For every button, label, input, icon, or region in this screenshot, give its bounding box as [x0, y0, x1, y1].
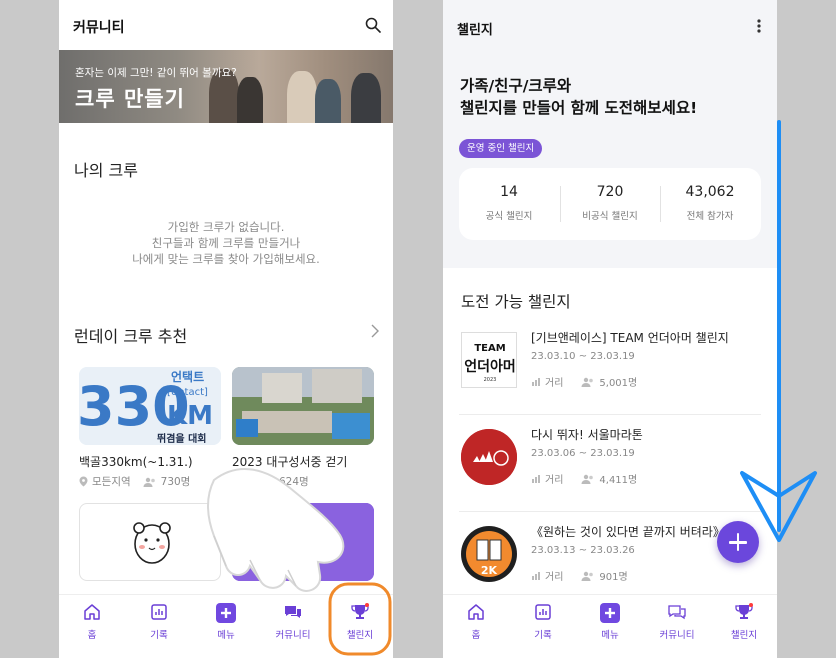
crew-card-thumbnail[interactable] — [79, 503, 221, 581]
page-title: 커뮤니티 — [73, 20, 125, 36]
home-icon — [84, 604, 100, 620]
search-icon[interactable] — [365, 17, 381, 33]
challenge-title: 다시 뛰자! 서울마라톤 — [531, 428, 643, 442]
create-crew-banner[interactable]: 혼자는 이제 그만! 같이 뛰어 볼까요? 크루 만들기 — [59, 50, 393, 123]
svg-text:뛰겸을 대회: 뛰겸을 대회 — [157, 432, 206, 445]
crew-card-meta: 624명 — [279, 476, 309, 488]
chevron-right-icon[interactable] — [371, 324, 379, 338]
nav-home[interactable]: 홈 — [446, 603, 506, 641]
plus-square-icon — [600, 603, 620, 623]
nav-challenge[interactable]: 챌린지 — [714, 603, 774, 641]
chat-outline-icon — [668, 605, 686, 620]
nav-challenge[interactable]: 챌린지 — [330, 603, 390, 641]
challenge-meta: 거리 5,001명 — [531, 374, 637, 389]
members-icon — [581, 377, 594, 387]
challenge-title: [기브앤레이스] TEAM 언더아머 챌린지 — [531, 331, 729, 345]
nav-records[interactable]: 기록 — [129, 603, 189, 641]
home-icon — [468, 604, 484, 620]
crew-card-thumbnail[interactable]: C — [232, 503, 374, 581]
svg-text:[Untact]: [Untact] — [167, 387, 208, 398]
bottom-nav: 홈 기록 메뉴 커뮤니티 챌린지 — [59, 594, 393, 658]
active-challenges-badge: 운영 중인 챌린지 — [459, 139, 543, 158]
challenge-thumbnail: TEAM 언더아머 2023 — [461, 332, 517, 388]
challenge-headline: 가족/친구/크루와 챌린지를 만들어 함께 도전해보세요! — [460, 77, 698, 117]
bottom-nav: 홈 기록 메뉴 커뮤니티 챌린지 — [443, 594, 777, 658]
chart-icon — [535, 604, 551, 620]
challenge-date: 23.03.06 ~ 23.03.19 — [531, 448, 635, 459]
crew-card-name[interactable]: 백골330km(~1.31.) — [79, 453, 193, 470]
stat-official: 14 공식 챌린지 — [485, 184, 533, 222]
svg-text:TEAM: TEAM — [474, 343, 505, 354]
crew-card-meta: 모든지역 730명 — [79, 474, 190, 489]
banner-title: 크루 만들기 — [75, 87, 185, 111]
my-crew-empty-message: 가입한 크루가 없습니다. 친구들과 함께 크루를 만들거나 나에게 맞는 크루… — [132, 220, 320, 266]
nav-records[interactable]: 기록 — [513, 603, 573, 641]
plus-square-icon — [216, 603, 236, 623]
svg-text:C: C — [296, 531, 309, 552]
more-vertical-icon[interactable] — [757, 19, 761, 33]
nav-home[interactable]: 홈 — [62, 603, 122, 641]
challenge-list-item[interactable]: 다시 뛰자! 서울마라톤 23.03.06 ~ 23.03.19 거리 4,41… — [443, 415, 777, 512]
challenge-date: 23.03.10 ~ 23.03.19 — [531, 351, 635, 362]
page-title: 챌린지 — [457, 23, 493, 38]
trophy-icon — [351, 603, 369, 619]
svg-text:2K: 2K — [481, 564, 498, 577]
challenge-screen: 챌린지 가족/친구/크루와 챌린지를 만들어 함께 도전해보세요! 운영 중인 … — [443, 0, 777, 658]
svg-text:언택트: 언택트 — [171, 369, 204, 384]
nav-menu[interactable]: 메뉴 — [196, 603, 256, 641]
trophy-icon — [735, 603, 753, 619]
challenge-meta: 거리 901명 — [531, 568, 628, 583]
challenge-thumbnail — [461, 429, 517, 485]
recommend-heading: 런데이 크루 추천 — [74, 327, 188, 346]
chart-icon — [151, 604, 167, 620]
members-icon — [581, 474, 594, 484]
crew-card-thumbnail[interactable]: 330 언택트 [Untact] KM 뛰겸을 대회 — [79, 367, 221, 445]
location-pin-icon — [79, 476, 88, 487]
challenge-thumbnail: 2K — [461, 526, 517, 582]
section-heading: 도전 가능 챌린지 — [461, 293, 571, 311]
challenge-meta: 거리 4,411명 — [531, 471, 637, 486]
challenge-list-item[interactable]: TEAM 언더아머 2023 [기브앤레이스] TEAM 언더아머 챌린지 23… — [443, 318, 777, 415]
chat-icon — [285, 606, 301, 618]
crew-card-name[interactable]: 2023 대구성서중 걷기 — [232, 453, 347, 470]
svg-text:KM: KM — [167, 401, 213, 431]
my-crew-heading: 나의 크루 — [74, 161, 138, 180]
community-screen: 커뮤니티 혼자는 이제 그만! 같이 뛰어 볼까요? 크루 만들기 나의 크루 … — [59, 0, 393, 658]
nav-community[interactable]: 커뮤니티 — [647, 603, 707, 641]
members-icon — [143, 477, 155, 487]
distance-icon — [532, 571, 540, 580]
add-challenge-button[interactable] — [717, 521, 759, 563]
community-header: 커뮤니티 — [59, 0, 393, 50]
svg-text:언더아머: 언더아머 — [464, 358, 516, 375]
challenge-title: 《원하는 것이 있다면 끝까지 버텨라》 — [531, 525, 725, 539]
challenge-date: 23.03.13 ~ 23.03.26 — [531, 545, 635, 556]
distance-icon — [532, 474, 540, 483]
distance-icon — [532, 377, 540, 386]
crew-card-thumbnail[interactable] — [232, 367, 374, 445]
stat-unofficial: 720 비공식 챌린지 — [582, 184, 638, 222]
challenge-header: 챌린지 — [443, 0, 777, 54]
nav-community[interactable]: 커뮤니티 — [263, 603, 323, 641]
svg-text:2023: 2023 — [484, 377, 497, 383]
nav-menu[interactable]: 메뉴 — [580, 603, 640, 641]
challenge-stats-card: 14 공식 챌린지 720 비공식 챌린지 43,062 전체 참가자 — [459, 168, 761, 240]
banner-subtitle: 혼자는 이제 그만! 같이 뛰어 볼까요? — [75, 67, 237, 79]
stat-participants: 43,062 전체 참가자 — [685, 184, 735, 222]
members-icon — [581, 571, 594, 581]
